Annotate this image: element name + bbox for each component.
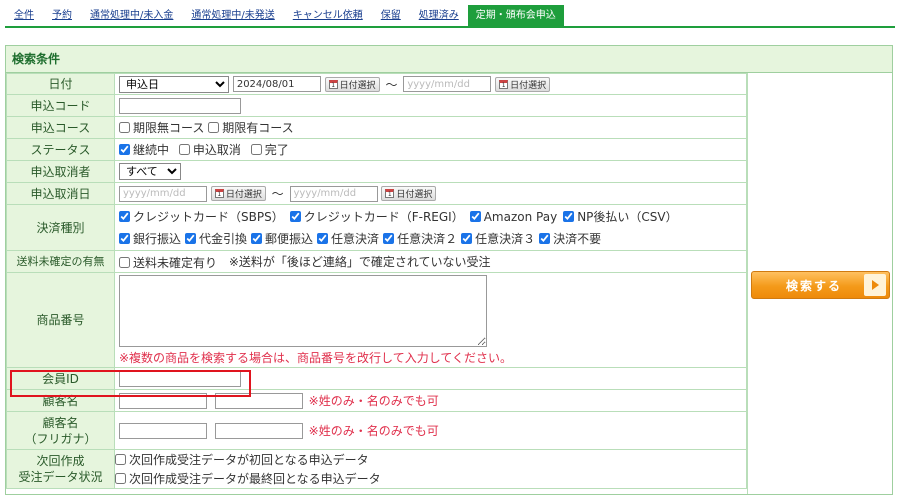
- label-product: 商品番号: [6, 272, 115, 368]
- payment-sbps-checkbox[interactable]: クレジットカード（SBPS）: [119, 208, 284, 225]
- status-active-checkbox[interactable]: 継続中: [119, 141, 169, 158]
- tab-processed[interactable]: 処理済み: [410, 5, 468, 27]
- calendar-icon: 1: [499, 79, 509, 89]
- payment-none-checkbox[interactable]: 決済不要: [539, 230, 601, 247]
- shipping-undetermined-checkbox[interactable]: 送料未確定有り: [119, 254, 217, 271]
- payment-custom2-checkbox[interactable]: 任意決済２: [383, 230, 457, 247]
- label-cancel-date: 申込取消日: [6, 182, 115, 205]
- shipping-note: ※送料が「後ほど連絡」で確定されていない受注: [228, 254, 491, 269]
- code-input[interactable]: [119, 97, 241, 114]
- payment-np-checkbox[interactable]: NP後払い（CSV）: [563, 208, 678, 225]
- tab-unpaid[interactable]: 通常処理中/未入金: [81, 5, 182, 27]
- tab-unshipped[interactable]: 通常処理中/未発送: [182, 5, 283, 27]
- tab-reserved[interactable]: 予約: [43, 5, 81, 27]
- cancel-from-calendar-button[interactable]: 1 日付選択: [210, 186, 266, 201]
- date-to-input[interactable]: [403, 76, 492, 92]
- kana-last-name-input[interactable]: [119, 423, 207, 440]
- tab-underline: [5, 26, 895, 28]
- range-tilde: 〜: [271, 187, 284, 201]
- search-button-label: 検索する: [785, 278, 842, 293]
- search-button[interactable]: 検索する: [751, 271, 890, 299]
- range-tilde: 〜: [385, 77, 398, 92]
- label-next-order: 次回作成 受注データ状況: [6, 449, 115, 489]
- product-textarea[interactable]: [119, 275, 487, 347]
- cancel-date-from-input[interactable]: [119, 185, 207, 202]
- course-unlimited-checkbox[interactable]: 期限無コース: [119, 119, 204, 136]
- kana-note: ※姓のみ・名のみでも可: [308, 423, 439, 438]
- payment-amazon-checkbox[interactable]: Amazon Pay: [469, 210, 557, 224]
- payment-fregi-checkbox[interactable]: クレジットカード（F-REGI）: [289, 208, 464, 225]
- arrow-right-icon: [864, 274, 886, 296]
- label-status: ステータス: [6, 138, 115, 161]
- tab-hold[interactable]: 保留: [372, 5, 410, 27]
- label-course: 申込コース: [6, 116, 115, 139]
- status-cancelled-checkbox[interactable]: 申込取消: [178, 141, 241, 158]
- calendar-icon: 1: [214, 189, 224, 198]
- payment-postal-checkbox[interactable]: 郵便振込: [251, 230, 313, 247]
- search-form: 日付 申込日 1日付選択 〜 1日付選択 申込コード 申込コース 期限無コース …: [6, 73, 747, 489]
- date-to-calendar-button[interactable]: 1 日付選択: [495, 76, 551, 92]
- field-date: 申込日 1日付選択 〜 1日付選択: [114, 73, 747, 95]
- member-id-highlight-box: [10, 370, 251, 397]
- search-panel: 検索条件 日付 申込日 1日付選択 〜 1日付選択 申込コード 申込コース 期限…: [5, 45, 893, 495]
- next-first-checkbox[interactable]: 次回作成受注データが初回となる申込データ: [115, 451, 369, 468]
- status-tabs: 全件 予約 通常処理中/未入金 通常処理中/未発送 キャンセル依頼 保留 処理済…: [5, 5, 564, 27]
- tab-subscription[interactable]: 定期・頒布会申込: [467, 5, 564, 27]
- label-date: 日付: [6, 73, 115, 95]
- cancel-date-to-input[interactable]: [289, 185, 378, 202]
- product-note: ※複数の商品を検索する場合は、商品番号を改行して入力してください。: [119, 351, 512, 365]
- canceller-select[interactable]: すべて: [119, 163, 181, 180]
- payment-custom1-checkbox[interactable]: 任意決済: [317, 230, 379, 247]
- payment-bank-checkbox[interactable]: 銀行振込: [119, 230, 181, 247]
- label-kana: 顧客名 （フリガナ）: [6, 411, 115, 450]
- payment-custom3-checkbox[interactable]: 任意決済３: [461, 230, 535, 247]
- date-from-input[interactable]: [232, 76, 321, 92]
- course-limited-checkbox[interactable]: 期限有コース: [208, 119, 294, 136]
- customer-note: ※姓のみ・名のみでも可: [308, 393, 439, 408]
- label-payment: 決済種別: [6, 204, 115, 251]
- panel-title: 検索条件: [6, 46, 892, 73]
- next-last-checkbox[interactable]: 次回作成受注データが最終回となる申込データ: [115, 470, 381, 487]
- kana-first-name-input[interactable]: [214, 423, 303, 440]
- tab-all[interactable]: 全件: [5, 5, 43, 27]
- tab-cancel-request[interactable]: キャンセル依頼: [284, 5, 372, 27]
- label-code: 申込コード: [6, 94, 115, 117]
- status-complete-checkbox[interactable]: 完了: [250, 141, 289, 158]
- payment-cod-checkbox[interactable]: 代金引換: [185, 230, 247, 247]
- label-shipping: 送料未確定の有無: [6, 250, 115, 273]
- calendar-icon: 1: [385, 189, 395, 198]
- calendar-icon: 1: [328, 79, 338, 89]
- date-type-select[interactable]: 申込日: [119, 75, 229, 93]
- date-from-calendar-button[interactable]: 1 日付選択: [324, 76, 380, 92]
- label-canceller: 申込取消者: [6, 160, 115, 183]
- cancel-to-calendar-button[interactable]: 1 日付選択: [381, 186, 437, 201]
